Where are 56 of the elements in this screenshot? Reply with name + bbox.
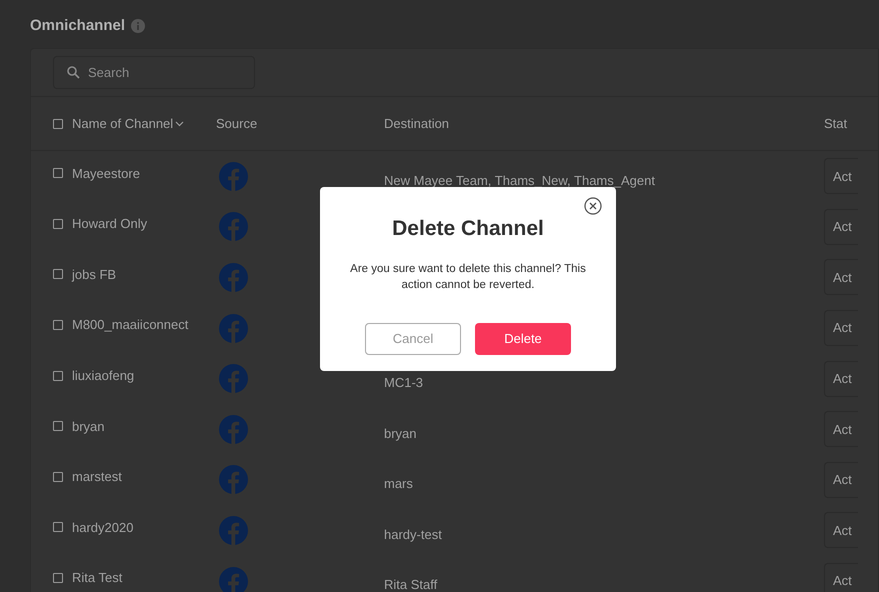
facebook-icon — [219, 212, 248, 242]
cancel-button[interactable]: Cancel — [365, 322, 461, 354]
column-header: Source — [216, 114, 258, 133]
checkbox[interactable] — [53, 472, 63, 482]
status-dropdown[interactable]: Act — [824, 512, 858, 548]
channel-name: Howard Only — [72, 215, 148, 234]
column-header: Destination — [384, 114, 450, 133]
status-dropdown[interactable]: Act — [824, 563, 858, 592]
status-dropdown[interactable]: Act — [824, 259, 858, 296]
channel-name: marstest — [72, 468, 122, 486]
destination-text: Rita Staff — [384, 577, 438, 592]
search-icon — [67, 66, 80, 79]
checkbox[interactable] — [53, 218, 63, 229]
status-dropdown[interactable]: Act — [824, 462, 858, 498]
channel-name: liuxiaofeng — [72, 366, 134, 385]
search-field[interactable]: Search — [53, 56, 255, 89]
checkbox[interactable] — [53, 522, 63, 532]
facebook-icon — [219, 162, 248, 191]
facebook-icon — [219, 516, 248, 545]
checkbox[interactable] — [53, 118, 63, 128]
status-dropdown[interactable]: Act — [824, 158, 858, 194]
destination-text: hardy-test — [384, 526, 442, 542]
checkbox[interactable] — [53, 168, 63, 178]
channel-name: jobs FB — [72, 266, 116, 284]
checkbox[interactable] — [53, 573, 63, 584]
checkbox[interactable] — [53, 269, 63, 280]
status-dropdown[interactable]: Act — [824, 411, 858, 448]
channel-name: M800_maaiiconnect — [72, 316, 188, 334]
dialog-title: Delete Channel — [392, 216, 544, 242]
status-dropdown[interactable]: Act — [824, 310, 858, 346]
dialog-message: Are you sure want to delete this channel? This action cannot be reverted. — [349, 262, 587, 292]
column-header[interactable]: Name of Channel — [72, 114, 174, 134]
destination-text: bryan — [384, 426, 417, 441]
facebook-icon — [219, 314, 248, 343]
facebook-icon — [219, 414, 248, 444]
facebook-icon — [219, 262, 248, 292]
destination-text: MC1-3 — [384, 374, 424, 390]
checkbox[interactable] — [53, 370, 63, 381]
page-title: Omnichannel — [30, 16, 126, 36]
checkbox[interactable] — [53, 421, 63, 432]
channel-name: bryan — [72, 418, 105, 436]
destination-text: mars — [384, 476, 413, 492]
destination-text: New Mayee Team, Thams_New, Thams_Agent — [384, 172, 655, 188]
channel-name: hardy2020 — [72, 518, 134, 537]
checkbox[interactable] — [53, 320, 63, 330]
facebook-icon — [219, 465, 248, 494]
status-dropdown[interactable]: Act — [824, 360, 858, 397]
status-dropdown[interactable]: Act — [824, 208, 858, 245]
delete-button[interactable]: Delete — [475, 322, 571, 354]
close-icon[interactable] — [584, 197, 602, 215]
chevron-down-icon[interactable] — [175, 120, 184, 126]
channel-name: Mayeestore — [72, 164, 140, 183]
channel-name: Rita Test — [72, 569, 122, 588]
column-header: Stat — [824, 114, 848, 133]
info-icon — [131, 19, 146, 33]
facebook-icon — [219, 364, 248, 394]
